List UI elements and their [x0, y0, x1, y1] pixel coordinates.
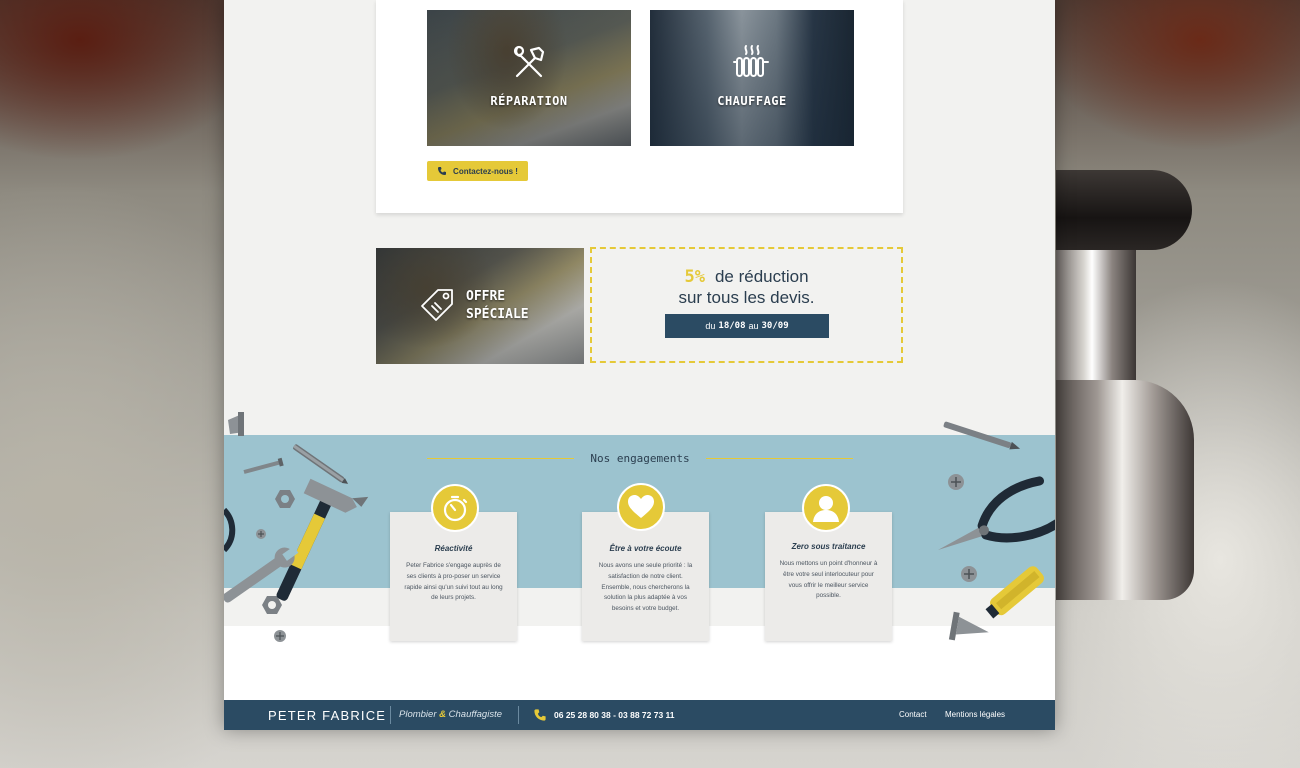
- service-tile-reparation[interactable]: RÉPARATION: [427, 10, 631, 146]
- service-label: CHAUFFAGE: [717, 94, 787, 108]
- date-to: 30/09: [761, 321, 789, 331]
- contact-button-label: Contactez-nous !: [453, 166, 518, 176]
- heading-rule-right: [705, 457, 853, 459]
- dates-mid: au: [748, 321, 759, 331]
- services-card: RÉPARATION CHAUFFAGE Contactez-nous !: [376, 0, 903, 213]
- tools-illustration-left: [224, 412, 369, 642]
- user-icon: [802, 484, 850, 532]
- card-text: Nous mettons un point d'honneur à être v…: [779, 560, 878, 600]
- offer-label-line1: OFFRE: [466, 289, 506, 304]
- card-text: Nous avons une seule priorité : la satis…: [598, 562, 693, 613]
- footer-phones[interactable]: 06 25 28 80 38 - 03 88 72 73 11: [554, 710, 675, 720]
- footer-brand[interactable]: PETER FABRICE: [268, 708, 386, 723]
- date-from: 18/08: [718, 321, 746, 331]
- trade-part1: Plombier: [399, 709, 437, 720]
- offer-image[interactable]: OFFRE SPÉCIALE: [376, 248, 584, 364]
- phone-icon: [534, 709, 546, 721]
- footer-divider: [518, 706, 519, 724]
- footer-link-contact[interactable]: Contact: [899, 710, 927, 719]
- trade-amp: &: [439, 709, 447, 720]
- service-tile-chauffage[interactable]: CHAUFFAGE: [650, 10, 854, 146]
- website-page[interactable]: RÉPARATION CHAUFFAGE Contactez-nous ! OF…: [224, 0, 1055, 730]
- hammer-wrench-icon: [513, 45, 545, 78]
- offer-headline: 5% de réduction: [592, 267, 901, 287]
- footer-link-mentions-legales[interactable]: Mentions légales: [945, 710, 1005, 719]
- offer-image-label: OFFRE SPÉCIALE: [466, 288, 529, 324]
- tools-illustration-right: [938, 421, 1055, 641]
- offer-headline-rest: de réduction: [714, 267, 809, 286]
- stopwatch-icon: [431, 484, 479, 532]
- phone-icon: [438, 167, 447, 175]
- card-text: Peter Fabrice s'engage auprès de ses cli…: [404, 562, 503, 602]
- trade-part2: Chauffagiste: [448, 709, 502, 720]
- engagements-heading: Nos engagements: [427, 450, 853, 466]
- price-tag-icon: [421, 289, 453, 321]
- offer-dates: du 18/08 au 30/09: [665, 314, 829, 338]
- offer-percent: 5%: [684, 267, 705, 287]
- offer-box: 5% de réduction sur tous les devis. du 18…: [590, 247, 903, 363]
- footer-divider: [390, 706, 391, 724]
- radiator-icon: [733, 45, 769, 77]
- card-title: Zero sous traitance: [791, 542, 866, 551]
- card-title: Réactivité: [434, 544, 473, 553]
- offer-subline: sur tous les devis.: [678, 288, 815, 307]
- contact-button[interactable]: Contactez-nous !: [427, 161, 528, 181]
- engagements-title: Nos engagements: [590, 451, 690, 465]
- heading-rule-left: [427, 457, 575, 459]
- service-label: RÉPARATION: [490, 94, 568, 108]
- card-title: Être à votre écoute: [609, 544, 682, 553]
- engagement-card-ecoute: Être à votre écoute Nous avons une seule…: [582, 512, 709, 641]
- site-footer: PETER FABRICE Plombier & Chauffagiste 06…: [224, 700, 1055, 730]
- heart-icon: [617, 483, 665, 531]
- dates-prefix: du: [705, 321, 716, 331]
- footer-trade: Plombier & Chauffagiste: [399, 709, 502, 720]
- offer-label-line2: SPÉCIALE: [466, 307, 529, 322]
- faucet-photo: [1056, 170, 1196, 610]
